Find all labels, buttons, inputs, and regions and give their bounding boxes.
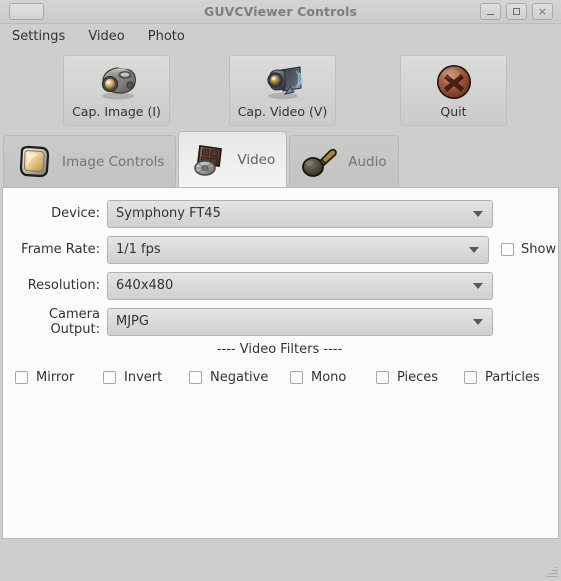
filter-mono-label: Mono — [311, 370, 347, 385]
menu-bar: Settings Video Photo — [0, 24, 561, 49]
device-label: Device: — [51, 206, 100, 221]
quit-cross-icon — [432, 61, 476, 103]
device-row: Device: Symphony FT45 — [3, 198, 558, 229]
chevron-down-icon — [469, 246, 479, 253]
filter-mirror[interactable]: Mirror — [15, 370, 103, 385]
resolution-value: 640x480 — [116, 278, 174, 293]
video-filters-row: Mirror Invert Negative Mono Pieces Parti… — [3, 370, 558, 385]
frame-rate-value: 1/1 fps — [116, 242, 161, 257]
filter-pieces-label: Pieces — [397, 370, 439, 385]
filter-invert-box[interactable] — [103, 371, 116, 384]
resolution-dropdown[interactable]: 640x480 — [107, 271, 493, 300]
chevron-down-icon — [473, 210, 483, 217]
tab-image-controls[interactable]: Image Controls — [3, 135, 177, 187]
chevron-down-icon — [473, 282, 483, 289]
maximize-icon — [513, 8, 520, 15]
camera-output-dropdown[interactable]: MJPG — [107, 307, 493, 336]
filter-pieces-box[interactable] — [376, 371, 389, 384]
filter-negative[interactable]: Negative — [189, 370, 290, 385]
window-controls: × — [480, 3, 553, 20]
chevron-down-icon — [473, 318, 483, 325]
toolbar: Cap. Image (I) Cap. Video (V) Quit — [0, 49, 561, 129]
tab-audio-label: Audio — [348, 153, 387, 170]
quit-button[interactable]: Quit — [400, 55, 507, 126]
close-button[interactable]: × — [532, 3, 553, 20]
camera-output-value: MJPG — [116, 314, 149, 329]
monitor-icon — [13, 142, 55, 182]
filter-particles[interactable]: Particles — [464, 370, 540, 385]
filter-invert[interactable]: Invert — [103, 370, 189, 385]
menu-item-photo[interactable]: Photo — [147, 27, 186, 46]
minimize-button[interactable] — [480, 3, 501, 20]
filter-mono-box[interactable] — [290, 371, 303, 384]
capture-video-button[interactable]: Cap. Video (V) — [229, 55, 336, 126]
show-checkbox[interactable]: Show — [501, 242, 556, 257]
guvcviewer-window: GUVCViewer Controls × Settings Video Pho… — [0, 0, 561, 581]
menu-item-settings[interactable]: Settings — [11, 27, 66, 46]
resolution-label: Resolution: — [27, 278, 100, 293]
video-settings-panel: Device: Symphony FT45 Frame Rate: 1/1 fp… — [2, 187, 559, 539]
tab-strip: Image Controls Video Audio — [0, 129, 561, 187]
filter-negative-box[interactable] — [189, 371, 202, 384]
title-bar: GUVCViewer Controls × — [0, 0, 561, 24]
filter-invert-label: Invert — [124, 370, 163, 385]
device-dropdown[interactable]: Symphony FT45 — [107, 199, 493, 228]
photo-camera-icon — [95, 61, 139, 103]
quit-label: Quit — [440, 104, 467, 119]
filter-negative-label: Negative — [210, 370, 269, 385]
show-checkbox-box[interactable] — [501, 243, 514, 256]
frame-rate-row: Frame Rate: 1/1 fps Show — [3, 234, 558, 265]
window-title: GUVCViewer Controls — [203, 3, 358, 19]
tab-video-label: Video — [237, 151, 276, 168]
capture-image-label: Cap. Image (I) — [72, 104, 161, 119]
capture-video-label: Cap. Video (V) — [237, 104, 328, 119]
tab-image-controls-label: Image Controls — [62, 153, 165, 170]
resize-grip[interactable] — [545, 565, 558, 578]
filter-mono[interactable]: Mono — [290, 370, 376, 385]
video-camera-icon — [261, 61, 305, 103]
filter-pieces[interactable]: Pieces — [376, 370, 464, 385]
device-value: Symphony FT45 — [116, 206, 221, 221]
camera-output-label: Camera Output: — [48, 306, 100, 337]
menu-item-video[interactable]: Video — [87, 27, 125, 46]
minimize-icon — [487, 13, 494, 15]
filter-particles-box[interactable] — [464, 371, 477, 384]
video-filters-title: ---- Video Filters ---- — [216, 342, 343, 357]
filter-mirror-box[interactable] — [15, 371, 28, 384]
microphone-icon — [299, 142, 341, 182]
close-icon: × — [537, 5, 548, 18]
maximize-button[interactable] — [506, 3, 527, 20]
frame-rate-label: Frame Rate: — [21, 242, 100, 257]
capture-image-button[interactable]: Cap. Image (I) — [63, 55, 170, 126]
tab-audio[interactable]: Audio — [289, 135, 399, 187]
resolution-row: Resolution: 640x480 — [3, 270, 558, 301]
frame-rate-dropdown[interactable]: 1/1 fps — [107, 235, 489, 264]
show-checkbox-label: Show — [521, 242, 557, 257]
video-form: Device: Symphony FT45 Frame Rate: 1/1 fp… — [3, 188, 558, 337]
filter-particles-label: Particles — [485, 370, 540, 385]
film-reel-icon — [188, 140, 230, 180]
camera-output-row: Camera Output: MJPG — [3, 306, 558, 337]
filter-mirror-label: Mirror — [36, 370, 75, 385]
tab-video[interactable]: Video — [178, 131, 288, 187]
